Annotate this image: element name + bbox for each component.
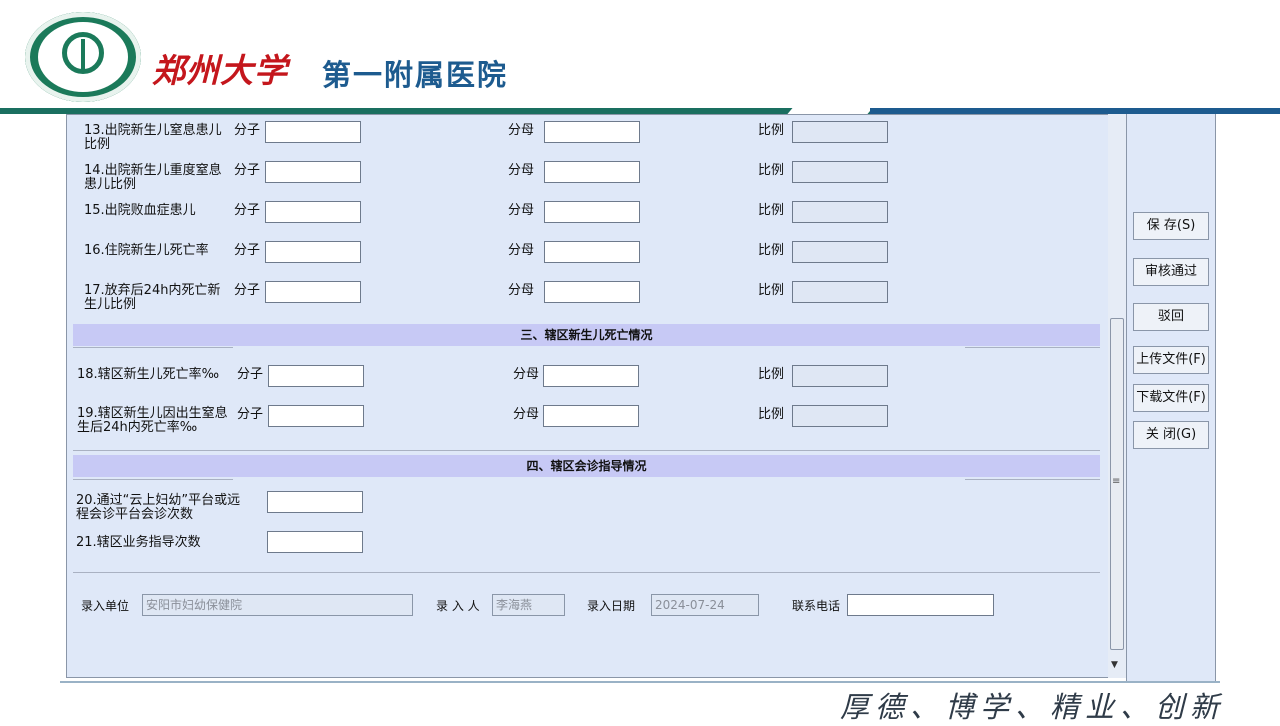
denominator-input[interactable] <box>543 365 639 387</box>
ratio-label: 比例 <box>758 123 785 138</box>
row-label: 14.出院新生儿重度窒息患儿比例 <box>84 163 222 192</box>
denominator-input[interactable] <box>544 121 640 143</box>
numerator-label: 分子 <box>234 283 261 298</box>
row-label: 18.辖区新生儿死亡率‰ <box>77 367 220 382</box>
footer-rule <box>60 681 1220 683</box>
section-divider <box>73 450 1100 451</box>
denominator-input[interactable] <box>544 201 640 223</box>
denominator-input[interactable] <box>544 281 640 303</box>
section-4-header: 四、辖区会诊指导情况 <box>73 455 1100 477</box>
numerator-input[interactable] <box>265 281 361 303</box>
ratio-label: 比例 <box>758 203 785 218</box>
numerator-label: 分子 <box>237 407 264 422</box>
numerator-input[interactable] <box>265 121 361 143</box>
row-label: 15.出院败血症患儿 <box>84 203 196 218</box>
denominator-input[interactable] <box>544 241 640 263</box>
save-button[interactable]: 保 存(S) <box>1133 212 1209 240</box>
row-label: 16.住院新生儿死亡率 <box>84 243 209 258</box>
numerator-input[interactable] <box>268 365 364 387</box>
numerator-label: 分子 <box>234 203 261 218</box>
row-label: 13.出院新生儿窒息患儿比例 <box>84 123 222 152</box>
ratio-label: 比例 <box>758 243 785 258</box>
denominator-label: 分母 <box>513 407 540 422</box>
denominator-input[interactable] <box>544 161 640 183</box>
row-label: 19.辖区新生儿因出生窒息生后24h内死亡率‰ <box>77 406 228 435</box>
numerator-label: 分子 <box>234 163 261 178</box>
numerator-label: 分子 <box>234 123 261 138</box>
phone-label: 联系电话 <box>792 599 841 613</box>
denominator-label: 分母 <box>513 367 540 382</box>
ratio-output <box>792 281 888 303</box>
approve-button[interactable]: 审核通过 <box>1133 258 1209 286</box>
consultation-count-input[interactable] <box>267 491 363 513</box>
section-divider <box>965 347 1100 348</box>
unit-label: 录入单位 <box>81 599 130 613</box>
denominator-label: 分母 <box>508 243 535 258</box>
upload-file-button[interactable]: 上传文件(F) <box>1133 346 1209 374</box>
row-label: 17.放弃后24h内死亡新生儿比例 <box>84 283 221 312</box>
denominator-input[interactable] <box>543 405 639 427</box>
denominator-label: 分母 <box>508 283 535 298</box>
row-label: 20.通过“云上妇幼”平台或远程会诊平台会诊次数 <box>76 493 241 522</box>
person-label: 录 入 人 <box>436 599 480 613</box>
ratio-label: 比例 <box>758 283 785 298</box>
section-divider <box>965 479 1100 480</box>
reject-button[interactable]: 驳回 <box>1133 303 1209 331</box>
slide-header: 郑州大学 第一附属医院 <box>0 0 1280 112</box>
hospital-name-calligraphy: 郑州大学 <box>152 51 288 90</box>
section-divider <box>73 347 233 348</box>
numerator-input[interactable] <box>265 241 361 263</box>
denominator-label: 分母 <box>508 203 535 218</box>
scroll-down-arrow-icon[interactable]: ▼ <box>1111 660 1118 670</box>
ratio-output <box>792 241 888 263</box>
numerator-input[interactable] <box>268 405 364 427</box>
ratio-output <box>792 201 888 223</box>
grip-icon: ≡ <box>1112 476 1121 487</box>
numerator-label: 分子 <box>234 243 261 258</box>
section-3-header: 三、辖区新生儿死亡情况 <box>73 324 1100 346</box>
date-label: 录入日期 <box>587 599 636 613</box>
ratio-label: 比例 <box>758 367 785 382</box>
ratio-output <box>792 121 888 143</box>
person-field: 李海燕 <box>492 594 565 616</box>
guidance-count-input[interactable] <box>267 531 363 553</box>
denominator-label: 分母 <box>508 123 535 138</box>
unit-field: 安阳市妇幼保健院 <box>142 594 413 616</box>
ratio-output <box>792 365 888 387</box>
ratio-output <box>792 161 888 183</box>
numerator-input[interactable] <box>265 161 361 183</box>
ratio-label: 比例 <box>758 163 785 178</box>
section-divider <box>73 479 233 480</box>
ratio-output <box>792 405 888 427</box>
phone-input[interactable] <box>847 594 994 616</box>
numerator-input[interactable] <box>265 201 361 223</box>
denominator-label: 分母 <box>508 163 535 178</box>
footer-divider <box>73 572 1100 573</box>
close-button[interactable]: 关 闭(G) <box>1133 421 1209 449</box>
hospital-name: 第一附属医院 <box>322 58 509 92</box>
row-label: 21.辖区业务指导次数 <box>76 535 201 550</box>
ratio-label: 比例 <box>758 407 785 422</box>
hospital-emblem-icon <box>62 32 104 74</box>
download-file-button[interactable]: 下载文件(F) <box>1133 384 1209 412</box>
numerator-label: 分子 <box>237 367 264 382</box>
date-field: 2024-07-24 <box>651 594 759 616</box>
